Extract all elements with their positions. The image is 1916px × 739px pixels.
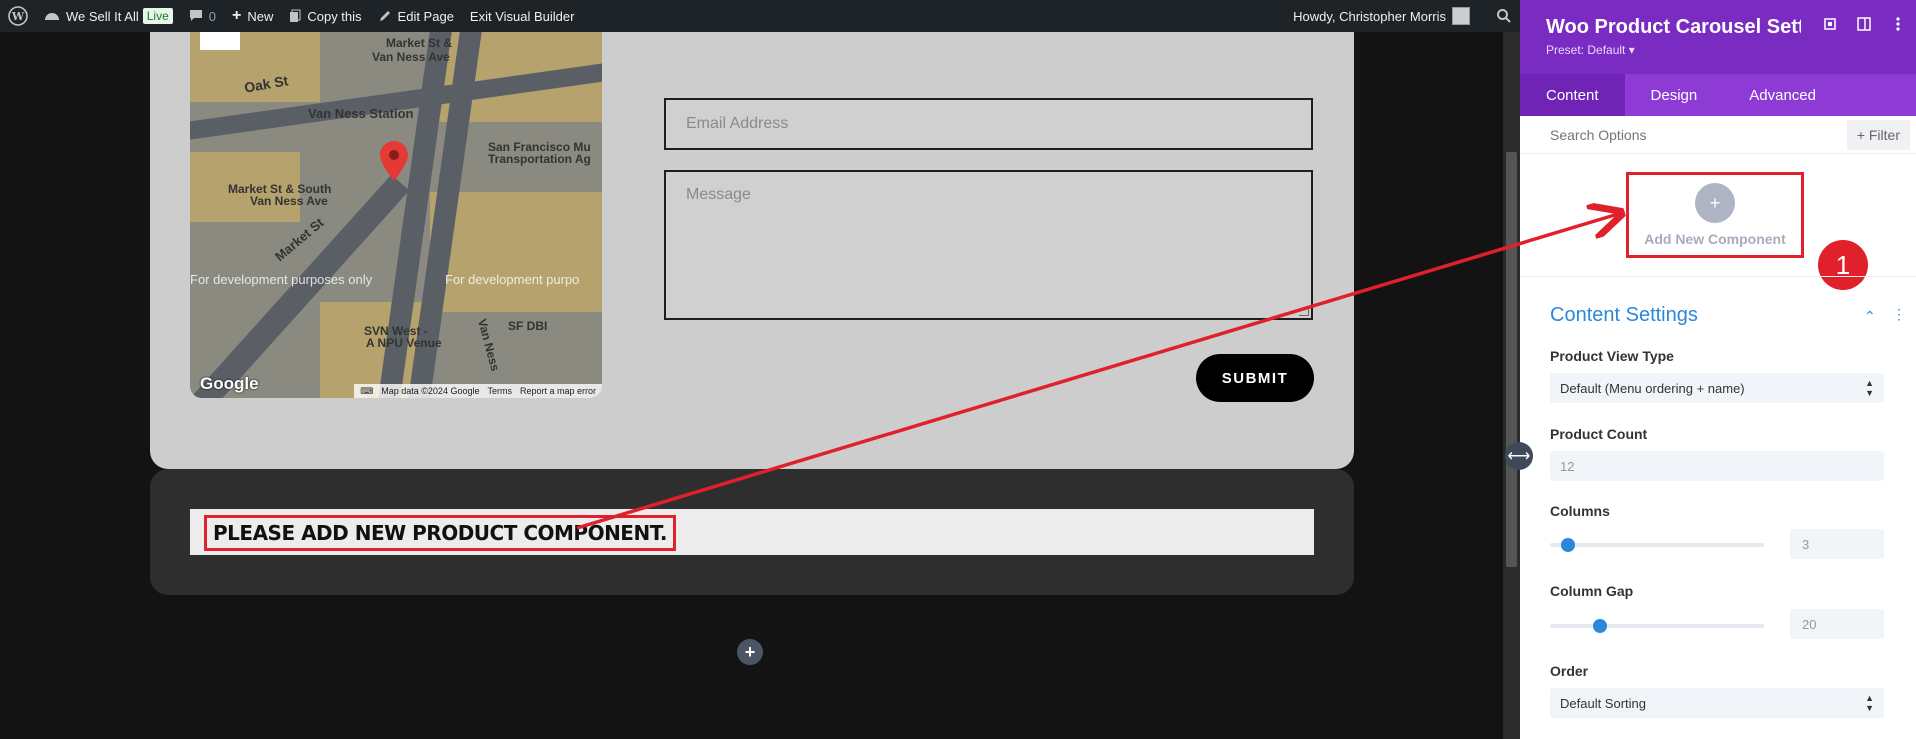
map-label: Transportation Ag [488,152,591,166]
map-label: Van Ness Ave [250,194,328,208]
message-field[interactable]: Message [664,170,1313,320]
submit-button[interactable]: SUBMIT [1196,354,1314,402]
product-placeholder-message: PLEASE ADD NEW PRODUCT COMPONENT. [204,515,676,551]
select-arrows-icon: ▲ ▼ [1865,378,1874,398]
map-label: Van Ness [475,317,503,373]
message-placeholder: Message [686,186,751,203]
email-placeholder: Email Address [686,115,789,132]
resize-grip-icon[interactable] [1299,306,1309,316]
comments-link[interactable]: 0 [181,0,224,32]
order-value: Default Sorting [1560,695,1646,711]
wordpress-logo-icon[interactable]: W [0,0,36,32]
map-label: SF DBI [508,319,548,333]
column-gap-value-input[interactable]: 20 [1790,609,1884,639]
panel-resize-handle-icon[interactable]: ⟷ [1505,442,1533,470]
snap-panel-icon[interactable] [1856,16,1872,32]
product-count-label: Product Count [1550,426,1648,442]
filter-button[interactable]: + Filter [1846,120,1910,150]
wp-admin-bar: W We Sell It All Live 0 + New Copy this … [0,0,1520,32]
columns-slider-knob[interactable] [1560,538,1575,552]
tab-advanced[interactable]: Advanced [1723,74,1842,116]
google-logo: Google [200,374,259,393]
tab-content[interactable]: Content [1520,74,1625,116]
greeting: Howdy, Christopher Morris [1293,8,1446,24]
contact-section: Market St & Van Ness Ave Oak St Van Ness… [150,22,1354,469]
map-report-link[interactable]: Report a map error [520,386,596,396]
product-view-type-value: Default (Menu ordering + name) [1560,380,1745,396]
add-new-component-button[interactable]: + Add New Component [1626,172,1804,258]
order-label: Order [1550,663,1589,679]
comment-icon [189,9,203,23]
comments-count: 0 [208,8,216,24]
map-data-text: Map data ©2024 Google [381,386,480,396]
tab-design[interactable]: Design [1625,74,1724,116]
panel-header: Woo Product Carousel Setti... Preset: De… [1520,0,1916,74]
product-count-input[interactable]: 12 [1550,451,1884,481]
edit-page-link[interactable]: Edit Page [370,0,462,32]
settings-panel: Woo Product Carousel Setti... Preset: De… [1520,0,1916,739]
google-map[interactable]: Market St & Van Ness Ave Oak St Van Ness… [190,32,602,398]
product-carousel-placeholder: PLEASE ADD NEW PRODUCT COMPONENT. [190,509,1314,555]
avatar [1452,7,1470,25]
product-view-type-select[interactable]: Default (Menu ordering + name) ▲ ▼ [1550,373,1884,403]
chevron-up-icon[interactable]: ⌃ [1864,308,1876,325]
preset-dropdown[interactable]: Preset: Default ▾ [1546,43,1916,57]
columns-value-input[interactable]: 3 [1790,529,1884,559]
order-select[interactable]: Default Sorting ▲ ▼ [1550,688,1884,718]
search-row: + Filter [1520,116,1916,154]
edit-label: Edit Page [397,8,454,24]
panel-title: Woo Product Carousel Setti... [1546,16,1801,38]
content-settings-title[interactable]: Content Settings [1550,304,1698,327]
copy-this-link[interactable]: Copy this [281,0,369,32]
products-section: PLEASE ADD NEW PRODUCT COMPONENT. [150,469,1354,595]
dashboard-icon [44,9,60,23]
columns-label: Columns [1550,503,1610,519]
map-label: Market St & [386,36,453,50]
panel-tabs: Content Design Advanced [1520,74,1916,116]
exit-label: Exit Visual Builder [469,8,575,24]
site-name-link[interactable]: We Sell It All Live [36,0,181,32]
divider [1520,276,1916,277]
svg-text:W: W [11,10,25,23]
new-label: New [247,8,274,24]
live-badge: Live [142,8,173,24]
map-label: Van Ness Station [308,106,414,121]
product-view-type-label: Product View Type [1550,348,1674,364]
columns-slider[interactable] [1550,538,1764,552]
map-label: Van Ness Ave [372,50,450,64]
keyboard-icon[interactable]: ⌨ [360,386,373,397]
map-terms-link[interactable]: Terms [487,386,512,396]
column-gap-slider[interactable] [1550,619,1764,633]
add-component-label: Add New Component [1644,231,1786,247]
email-field[interactable]: Email Address [664,98,1313,150]
plus-icon: + [231,7,242,24]
builder-canvas: Market St & Van Ness Ave Oak St Van Ness… [0,22,1503,739]
map-footer: ⌨ Map data ©2024 Google Terms Report a m… [354,384,602,398]
map-dev-watermark: For development purposes only [190,272,373,287]
canvas-scrollbar[interactable] [1503,32,1520,739]
section-options-icon[interactable]: ⋮ [1892,306,1906,323]
search-options-input[interactable] [1520,126,1820,143]
more-options-icon[interactable] [1890,16,1906,32]
step-number-badge: 1 [1818,240,1868,290]
copy-label: Copy this [307,8,362,24]
exit-visual-builder-link[interactable]: Exit Visual Builder [462,0,583,32]
map-control[interactable] [200,32,240,50]
map-label: A NPU Venue [366,336,442,350]
add-plus-icon: + [1695,183,1735,223]
account-menu[interactable]: Howdy, Christopher Morris [1285,0,1488,32]
select-arrows-icon: ▲ ▼ [1865,693,1874,713]
site-name: We Sell It All [66,8,139,24]
column-gap-label: Column Gap [1550,583,1634,599]
copy-icon [289,9,301,23]
pencil-icon [378,9,392,23]
column-gap-slider-knob[interactable] [1592,619,1607,633]
scrollbar-thumb[interactable] [1506,152,1517,567]
map-pin-icon [380,141,408,181]
fullscreen-icon[interactable] [1822,16,1838,32]
new-content-link[interactable]: + New [224,0,281,32]
search-icon[interactable] [1488,0,1520,32]
map-dev-watermark: For development purpo [445,272,580,287]
add-row-button[interactable]: + [737,639,763,665]
